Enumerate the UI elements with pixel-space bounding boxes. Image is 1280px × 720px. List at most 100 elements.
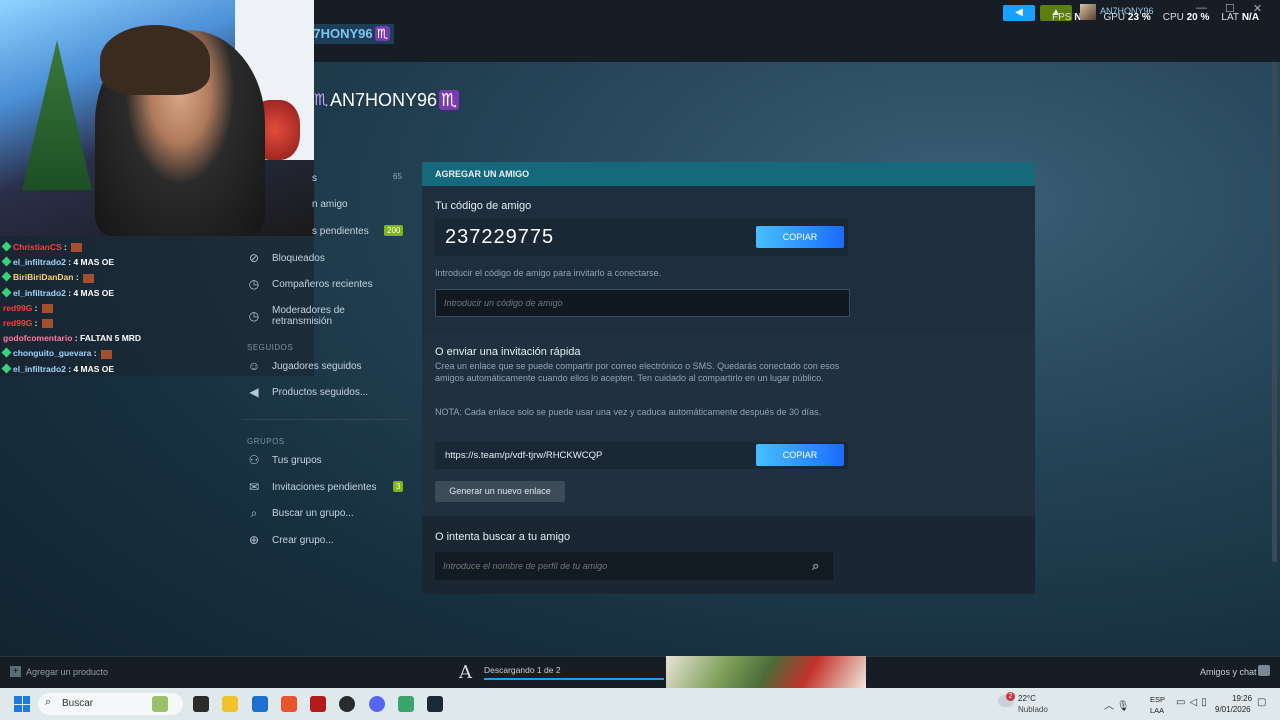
close-icon[interactable]: ✕ bbox=[1253, 2, 1262, 15]
section-label-follow: SEGUIDOS bbox=[247, 343, 294, 352]
badge-icon bbox=[1, 347, 12, 358]
chat-user: chonguito_guevara bbox=[13, 348, 92, 359]
obs-icon[interactable] bbox=[339, 696, 355, 712]
chat-user: el_infiltrado2 bbox=[13, 287, 66, 298]
sidebar-item-followed-players[interactable]: ☺ Jugadores seguidos bbox=[244, 356, 362, 376]
minimize-icon[interactable]: — bbox=[1196, 2, 1207, 15]
steam-bottom-bar bbox=[0, 656, 1280, 688]
invite-title: O enviar una invitación rápida bbox=[435, 346, 581, 358]
clock-icon: ◷ bbox=[248, 309, 260, 323]
page-title: AN7HONY96 ♏ bbox=[330, 90, 460, 110]
sidebar-item-followed-products[interactable]: ◀ Productos seguidos... bbox=[244, 382, 368, 402]
store-icon[interactable] bbox=[252, 696, 268, 712]
system-tray[interactable]: ▭◁▯ bbox=[1176, 697, 1211, 708]
sidebar-item-invites[interactable]: ✉ Invitaciones pendientes bbox=[244, 477, 377, 497]
friend-code-value: 237229775 bbox=[445, 226, 555, 248]
battery-icon[interactable]: ▯ bbox=[1201, 697, 1211, 708]
maximize-icon[interactable]: ☐ bbox=[1225, 2, 1235, 15]
sidebar-item-search-group[interactable]: ⌕ Buscar un grupo... bbox=[244, 503, 354, 523]
clock-date[interactable]: 9/01/2026 bbox=[1215, 705, 1251, 714]
search-icon[interactable]: ⌕ bbox=[812, 558, 819, 574]
scrollbar[interactable] bbox=[1272, 62, 1277, 562]
volume-icon[interactable]: ◁ bbox=[1189, 697, 1201, 708]
christmas-tree bbox=[22, 40, 92, 190]
sidebar-item-add-friend[interactable]: n amigo bbox=[244, 194, 348, 214]
emote-icon bbox=[100, 349, 112, 359]
chat-icon[interactable] bbox=[1258, 665, 1270, 676]
search-icon: ⌕ bbox=[250, 505, 258, 520]
search-highlight-icon[interactable] bbox=[152, 696, 168, 712]
notification-bell-icon[interactable]: ▢ bbox=[1257, 697, 1266, 708]
copy-link-button[interactable]: COPIAR bbox=[756, 444, 844, 466]
download-thumbnail[interactable] bbox=[666, 656, 866, 688]
generate-link-button[interactable]: Generar un nuevo enlace bbox=[435, 481, 565, 502]
search-icon: ⌕ bbox=[45, 696, 52, 708]
chat-user: red99G bbox=[3, 302, 33, 313]
language-indicator[interactable]: ESP bbox=[1150, 695, 1165, 704]
taskbar bbox=[0, 688, 1280, 720]
sidebar-item-create-group[interactable]: ⊕ Crear grupo... bbox=[244, 530, 334, 550]
chat-user: godofcomentario bbox=[3, 333, 73, 344]
person-icon: ☺ bbox=[247, 359, 261, 373]
chevron-up-icon[interactable]: ︿ bbox=[1104, 701, 1114, 712]
friend-code-input[interactable] bbox=[435, 289, 850, 317]
badge-icon bbox=[1, 271, 12, 282]
badge-icon bbox=[1, 256, 12, 267]
sidebar-item-pending[interactable]: s pendientes bbox=[244, 221, 369, 241]
divider bbox=[244, 419, 409, 420]
emote-icon bbox=[83, 273, 95, 283]
discord-icon[interactable] bbox=[369, 696, 385, 712]
download-status[interactable]: Descargando 1 de 2 bbox=[484, 665, 561, 675]
streamer-hair bbox=[100, 25, 210, 95]
brave-icon[interactable] bbox=[281, 696, 297, 712]
app-icon[interactable] bbox=[310, 696, 326, 712]
friends-count: 65 bbox=[393, 172, 402, 181]
keyboard-layout[interactable]: LAA bbox=[1150, 706, 1164, 715]
friend-code-title: Tu código de amigo bbox=[435, 200, 532, 212]
sidebar-item-moderators[interactable]: ◷ Moderadores de retransmisión bbox=[244, 305, 362, 327]
clock-time[interactable]: 19:26 bbox=[1232, 694, 1252, 703]
sidebar-item-groups[interactable]: ⚇ Tus grupos bbox=[244, 450, 322, 470]
weather-badge: 2 bbox=[1006, 692, 1015, 701]
network-icon[interactable]: ▭ bbox=[1176, 697, 1189, 708]
search-title: O intenta buscar a tu amigo bbox=[435, 531, 571, 543]
sidebar-item-blocked[interactable]: ⊘ Bloqueados bbox=[244, 248, 325, 268]
friend-search-input[interactable] bbox=[435, 552, 833, 580]
invite-description: Crea un enlace que se puede compartir po… bbox=[435, 361, 840, 383]
microphone-icon[interactable]: 🎙 bbox=[1117, 701, 1130, 712]
invite-link[interactable]: https://s.team/p/vdf-tjrw/RHCKWCQP bbox=[445, 450, 602, 461]
copy-code-button[interactable]: COPIAR bbox=[756, 226, 844, 248]
task-view-icon[interactable] bbox=[193, 696, 209, 712]
avatar[interactable] bbox=[1080, 4, 1096, 20]
windows-start-icon[interactable] bbox=[14, 696, 30, 712]
invites-badge: 3 bbox=[393, 481, 404, 492]
add-product-link[interactable]: Agregar un producto bbox=[26, 667, 108, 677]
friends-chat-button[interactable]: Amigos y chat bbox=[1200, 667, 1257, 677]
notes-icon[interactable] bbox=[398, 696, 414, 712]
mail-icon: ✉ bbox=[248, 480, 260, 494]
badge-icon bbox=[1, 287, 12, 298]
weather-condition[interactable]: Nublado bbox=[1018, 705, 1048, 714]
emote-icon bbox=[41, 319, 53, 329]
sidebar-item-recent[interactable]: ◷ Compañeros recientes bbox=[244, 274, 373, 294]
steam-icon[interactable] bbox=[427, 696, 443, 712]
zodiac-emoji: ♏ bbox=[439, 90, 460, 110]
group-icon: ⚇ bbox=[248, 453, 260, 467]
chat-user: ChristianCS bbox=[13, 242, 62, 252]
sidebar-item-friends[interactable]: s bbox=[244, 168, 317, 188]
badge-icon bbox=[1, 241, 12, 252]
top-username[interactable]: N7HONY96 ♏ bbox=[300, 24, 395, 44]
plus-circle-icon: ⊕ bbox=[248, 533, 260, 547]
zodiac-emoji: ♏ bbox=[374, 26, 391, 41]
temperature[interactable]: 22°C bbox=[1018, 694, 1036, 703]
pending-badge: 200 bbox=[384, 225, 404, 236]
game-logo-icon: A bbox=[459, 662, 472, 683]
section-label-groups: GRUPOS bbox=[247, 437, 285, 446]
account-menu[interactable]: AN7HONY96 bbox=[1100, 6, 1154, 16]
plus-icon[interactable]: + bbox=[10, 666, 21, 677]
announcements-button[interactable]: ◀ bbox=[1003, 5, 1035, 21]
tray-icons[interactable]: ︿ 🎙 bbox=[1104, 697, 1129, 712]
file-explorer-icon[interactable] bbox=[222, 696, 238, 712]
friend-code-hint: Introducir el código de amigo para invit… bbox=[435, 268, 662, 278]
emote-icon bbox=[41, 304, 53, 313]
